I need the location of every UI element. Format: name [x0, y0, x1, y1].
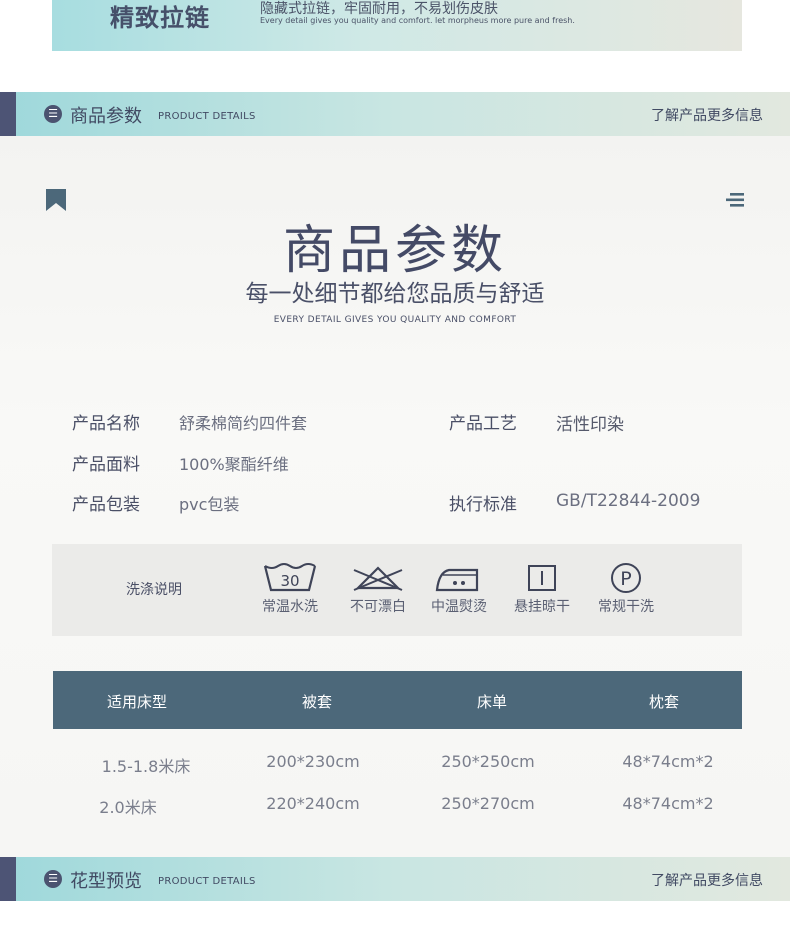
hang-dry-icon: [528, 565, 556, 591]
table-cell: 48*74cm*2: [622, 794, 714, 813]
col-bed-sheet: 床单: [476, 693, 507, 711]
spec-name-label: 产品名称: [72, 414, 140, 434]
wash-item-label: 常规干洗: [598, 599, 654, 615]
table-cell: 250*270cm: [441, 794, 535, 813]
section-title: 花型预览: [70, 871, 142, 892]
svg-text:30: 30: [280, 572, 299, 590]
spec-craft-label: 产品工艺: [449, 414, 517, 434]
hero-subtitle: 每一处细节都给您品质与舒适: [245, 281, 545, 307]
wash-item-iron: 中温熨烫: [419, 562, 499, 616]
spec-fabric-value: 100%聚酯纤维: [179, 455, 289, 474]
svg-text:P: P: [620, 568, 631, 590]
table-cell: 1.5-1.8米床: [101, 757, 191, 776]
wash-item-hang-dry: 悬挂晾干: [502, 562, 582, 616]
list-icon: [726, 193, 744, 207]
wash-item-no-bleach: 不可漂白: [338, 562, 418, 616]
menu-circle-icon: ☰: [44, 870, 62, 888]
no-bleach-icon: [353, 566, 403, 591]
table-cell: 250*250cm: [441, 752, 535, 771]
section-header-product-params: ☰ 商品参数 PRODUCT DETAILS 了解产品更多信息: [0, 92, 790, 136]
section-title-en: PRODUCT DETAILS: [158, 876, 256, 887]
wash-item-label: 常温水洗: [262, 599, 318, 615]
zipper-title: 精致拉链: [110, 4, 210, 32]
wash-label: 洗涤说明: [126, 582, 182, 598]
spec-standard-value: GB/T22844-2009: [556, 491, 701, 511]
spec-standard-label: 执行标准: [449, 495, 517, 515]
more-info-link[interactable]: 了解产品更多信息: [651, 105, 763, 125]
spec-craft-value: 活性印染: [556, 415, 624, 435]
col-pillowcase: 枕套: [648, 693, 679, 711]
wash-instructions: 洗涤说明 30 常温水洗 不可漂白 中温熨烫 悬挂晾干 P 常规干洗: [52, 544, 742, 636]
more-info-link[interactable]: 了解产品更多信息: [651, 870, 763, 890]
section-accent: [0, 857, 16, 901]
wash-item-label: 不可漂白: [350, 599, 406, 615]
section-header-pattern-preview: ☰ 花型预览 PRODUCT DETAILS 了解产品更多信息: [0, 857, 790, 901]
dry-clean-p-icon: P: [611, 563, 641, 593]
top-banner: 精致拉链 隐藏式拉链，牢固耐用，不易划伤皮肤 Every detail give…: [52, 0, 742, 51]
menu-circle-icon: ☰: [44, 105, 62, 123]
section-title: 商品参数: [70, 106, 142, 127]
col-bed-type: 适用床型: [106, 693, 167, 711]
size-table-header: 适用床型 被套 床单 枕套: [53, 671, 742, 729]
section-title-en: PRODUCT DETAILS: [158, 111, 256, 122]
col-duvet-cover: 被套: [301, 693, 332, 711]
wash-item-label: 中温熨烫: [431, 599, 487, 615]
spec-fabric-label: 产品面料: [72, 455, 140, 475]
wash-item-dry-clean: P 常规干洗: [586, 562, 666, 616]
hero-title: 商品参数: [282, 221, 507, 281]
table-cell: 220*240cm: [266, 794, 360, 813]
hero-subtitle-en: EVERY DETAIL GIVES YOU QUALITY AND COMFO…: [273, 315, 517, 325]
wash-item-30: 30 常温水洗: [250, 562, 330, 616]
spec-package-value: pvc包装: [179, 495, 240, 514]
spec-name-value: 舒柔棉简约四件套: [179, 414, 308, 433]
wash-item-label: 悬挂晾干: [514, 599, 570, 615]
table-cell: 2.0米床: [99, 798, 157, 817]
table-cell: 200*230cm: [266, 752, 360, 771]
spec-package-label: 产品包装: [72, 495, 140, 515]
table-cell: 48*74cm*2: [622, 752, 714, 771]
iron-medium-icon: [435, 568, 479, 592]
section-accent: [0, 92, 16, 136]
zipper-subtitle-en: Every detail gives you quality and comfo…: [260, 16, 575, 25]
wash-30-icon: 30: [263, 563, 317, 592]
